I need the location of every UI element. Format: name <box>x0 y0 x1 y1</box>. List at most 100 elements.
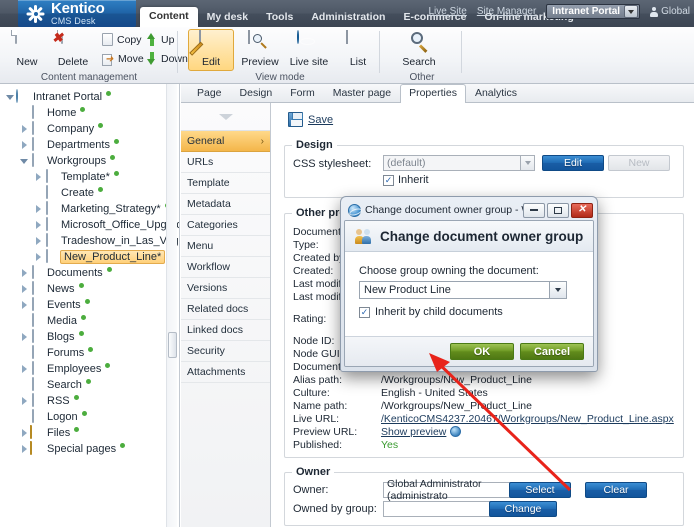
properties-menu-item[interactable]: Security <box>181 341 270 362</box>
cancel-button[interactable]: Cancel <box>520 343 584 360</box>
preview-icon[interactable] <box>450 426 462 437</box>
tab-form[interactable]: Form <box>281 84 324 102</box>
preview-button[interactable]: Preview <box>237 29 283 71</box>
site-manager-link[interactable]: Site Manager <box>477 6 536 17</box>
properties-menu-item[interactable]: Related docs <box>181 299 270 320</box>
inherit-by-child-checkbox[interactable] <box>359 306 370 318</box>
owner-select-button[interactable]: Select <box>509 482 571 498</box>
expand-icon[interactable] <box>32 235 44 247</box>
new-button[interactable]: New <box>4 29 50 71</box>
owner-input[interactable]: Global Administrator (administrato <box>383 478 525 502</box>
expand-icon[interactable] <box>32 203 44 215</box>
site-selector-dropdown[interactable]: Intranet Portal <box>546 4 641 19</box>
properties-menu-item[interactable]: Categories <box>181 215 270 236</box>
properties-menu-item[interactable]: Template <box>181 173 270 194</box>
save-action[interactable]: Save <box>272 103 694 127</box>
expand-icon[interactable] <box>18 139 30 151</box>
expand-icon[interactable] <box>18 443 30 455</box>
expand-icon[interactable] <box>18 123 30 135</box>
expand-icon[interactable] <box>18 299 30 311</box>
properties-menu-item[interactable]: Linked docs <box>181 320 270 341</box>
list-button[interactable]: List <box>335 29 381 71</box>
owner-group-value[interactable]: New Product Line <box>359 281 549 299</box>
tree-node[interactable]: Employees <box>4 361 179 377</box>
inherit-stylesheet-checkbox[interactable] <box>383 174 394 186</box>
tree-node[interactable]: RSS <box>4 393 179 409</box>
expand-icon[interactable] <box>18 267 30 279</box>
minimize-button[interactable] <box>523 202 545 218</box>
current-user-chip[interactable]: Global <box>650 6 690 17</box>
properties-menu-item[interactable]: Metadata <box>181 194 270 215</box>
main-tab-tools[interactable]: Tools <box>257 8 302 27</box>
expand-icon[interactable] <box>18 363 30 375</box>
tree-node[interactable]: Tradeshow_in_Las_Vegas* <box>4 233 179 249</box>
expand-icon[interactable] <box>32 171 44 183</box>
copy-button[interactable]: Copy <box>98 31 146 48</box>
collapse-icon[interactable] <box>4 91 16 103</box>
collapse-panel-button[interactable] <box>181 103 270 131</box>
owner-group-combobox[interactable]: New Product Line <box>359 281 567 299</box>
tree-node[interactable]: Files <box>4 425 179 441</box>
maximize-button[interactable] <box>547 202 569 218</box>
property-value[interactable]: Show preview <box>381 426 446 438</box>
chevron-down-icon[interactable] <box>521 155 535 171</box>
collapse-icon[interactable] <box>18 155 30 167</box>
dialog-title-bar[interactable]: Change document owner group - Windo... ✕ <box>344 200 594 220</box>
edit-stylesheet-button[interactable]: Edit <box>542 155 604 171</box>
tab-properties[interactable]: Properties <box>400 84 466 103</box>
search-button[interactable]: Search <box>396 29 442 71</box>
close-icon[interactable]: ✕ <box>571 202 593 218</box>
edit-button[interactable]: Edit <box>188 29 234 71</box>
expand-icon[interactable] <box>32 251 44 263</box>
properties-menu-item[interactable]: Versions <box>181 278 270 299</box>
expand-icon[interactable] <box>18 283 30 295</box>
save-button[interactable]: Save <box>308 114 333 126</box>
content-tree-scrollbar[interactable] <box>166 84 177 527</box>
tree-node[interactable]: Intranet Portal <box>4 89 179 105</box>
tab-page[interactable]: Page <box>188 84 231 102</box>
delete-button[interactable]: ✖ Delete <box>50 29 96 71</box>
tab-analytics[interactable]: Analytics <box>466 84 526 102</box>
main-tab-administration[interactable]: Administration <box>302 8 394 27</box>
tree-node[interactable]: Company <box>4 121 179 137</box>
tree-node[interactable]: Microsoft_Office_Upgrade* <box>4 217 179 233</box>
up-button[interactable]: Up <box>142 31 178 48</box>
tree-node[interactable]: Forums <box>4 345 179 361</box>
tree-node[interactable]: Media <box>4 313 179 329</box>
expand-icon[interactable] <box>18 395 30 407</box>
tab-master-page[interactable]: Master page <box>324 84 400 102</box>
owned-by-group-change-button[interactable]: Change <box>489 501 557 517</box>
main-tab-my-desk[interactable]: My desk <box>198 8 257 27</box>
main-tab-content[interactable]: Content <box>140 7 198 27</box>
tree-node[interactable]: Blogs <box>4 329 179 345</box>
css-stylesheet-select[interactable]: (default) <box>383 155 521 171</box>
tree-node[interactable]: Special pages <box>4 441 179 457</box>
scrollbar-thumb[interactable] <box>168 332 177 358</box>
expand-icon[interactable] <box>32 219 44 231</box>
tree-node[interactable]: Logon <box>4 409 179 425</box>
live-site-button[interactable]: Live site <box>286 29 332 71</box>
expand-icon[interactable] <box>18 331 30 343</box>
chevron-down-icon[interactable] <box>549 281 567 299</box>
move-button[interactable]: Move <box>98 50 148 67</box>
properties-menu-item[interactable]: Menu <box>181 236 270 257</box>
properties-menu-item[interactable]: URLs <box>181 152 270 173</box>
property-value[interactable]: /KenticoCMS4237.20467/Workgroups/New_Pro… <box>381 413 674 425</box>
live-site-link[interactable]: Live Site <box>428 6 466 17</box>
tree-node[interactable]: Events <box>4 297 179 313</box>
owner-clear-button[interactable]: Clear <box>585 482 647 498</box>
ok-button[interactable]: OK <box>450 343 514 360</box>
expand-icon[interactable] <box>18 427 30 439</box>
chevron-down-icon[interactable] <box>624 5 639 18</box>
tree-node[interactable]: News <box>4 281 179 297</box>
properties-menu-item[interactable]: General › <box>181 131 270 152</box>
inherit-by-child-row[interactable]: Inherit by child documents <box>359 306 579 318</box>
tree-node[interactable]: Workgroups <box>4 153 179 169</box>
tree-node[interactable]: Marketing_Strategy* <box>4 201 179 217</box>
tree-node[interactable]: Create <box>4 185 179 201</box>
tree-node[interactable]: Template* <box>4 169 179 185</box>
tree-node[interactable]: Documents <box>4 265 179 281</box>
tree-node[interactable]: Home <box>4 105 179 121</box>
tree-node[interactable]: Search <box>4 377 179 393</box>
tree-node[interactable]: Departments <box>4 137 179 153</box>
